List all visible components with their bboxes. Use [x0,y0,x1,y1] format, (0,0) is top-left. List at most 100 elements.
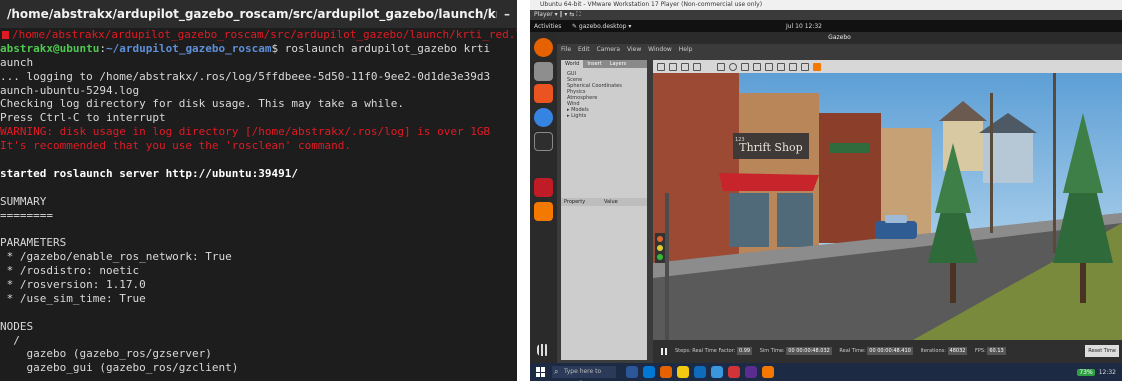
terminal-line: aunch [0,55,34,69]
terminal-titlebar[interactable]: /home/abstrakx/ardupilot_gazebo_roscam/s… [0,0,517,28]
gazebo-title: Gazebo [557,32,1122,44]
tab-world[interactable]: World [561,60,584,68]
vm-window-title: Ubuntu 64-bit - VMware Workstation 17 Pl… [530,0,1122,10]
fps-value: 60.13 [987,347,1006,355]
node-line: gazebo_gui (gazebo_ros/gzclient) [0,361,239,375]
scale-tool-icon[interactable] [693,62,701,71]
menu-edit[interactable]: Edit [578,46,590,53]
files-icon[interactable] [534,62,553,81]
windows-start-icon[interactable] [536,367,546,377]
rotate-tool-icon[interactable] [681,62,689,71]
terminal-line: aunch-ubuntu-5294.log [0,83,140,97]
vmware-taskbar-icon[interactable] [762,366,774,378]
sim-time-label: Sim Time: [759,348,785,354]
light-icon[interactable] [753,62,761,71]
menu-window[interactable]: Window [648,46,672,53]
parameters-heading: PARAMETERS [0,236,67,250]
firefox-icon[interactable] [534,38,553,57]
real-time-label: Real Time: [839,348,866,354]
terminal-line: Checking log directory for disk usage. T… [0,97,404,111]
shell-prompt-line: abstrakx@ubuntu:~/ardupilot_gazebo_rosca… [0,42,517,56]
terminal-line: Press Ctrl-C to interrupt [0,111,166,125]
warning-line: It's recommended that you use the 'roscl… [0,139,351,153]
paste-icon[interactable] [777,62,785,71]
menu-file[interactable]: File [561,46,571,53]
prompt-directory: ~/ardupilot_gazebo_roscam [105,41,272,55]
server-started-line: started roslaunch server http://ubuntu:3… [0,166,299,180]
translate-tool-icon[interactable] [669,62,677,71]
nodes-heading: NODES [0,319,34,333]
cylinder-shape-icon[interactable] [741,62,749,71]
sphere-shape-icon[interactable] [729,62,737,71]
ubuntu-top-bar: Activities ✎ gazebo.desktop ▾ Jul 10 12:… [530,20,1122,32]
parameter-line: * /use_sim_time: True [0,291,146,305]
minimize-button[interactable]: – [497,7,517,21]
prompt-command: $ roslaunch ardupilot_gazebo krti [271,41,491,55]
iterations-value: 48032 [947,347,968,355]
app-icon[interactable] [534,178,553,197]
store-icon[interactable] [694,366,706,378]
reset-time-button[interactable]: Reset Time [1085,345,1119,357]
terminal-icon[interactable] [534,132,553,151]
summary-heading: SUMMARY [0,194,47,208]
menu-camera[interactable]: Camera [597,46,621,53]
box-shape-icon[interactable] [717,62,725,71]
shop-number: 123 [735,137,745,143]
terminal-line: ... logging to /home/abstrakx/.ros/log/5… [0,69,491,83]
property-column: Property [564,199,586,205]
town-scene: Thrift Shop 123 [653,73,1122,340]
menu-help[interactable]: Help [679,46,693,53]
tray-clock[interactable]: 12:32 [1099,369,1116,376]
copy-icon[interactable] [765,62,773,71]
select-tool-icon[interactable] [657,62,665,71]
node-line: / [0,333,20,347]
task-view-icon[interactable] [626,366,638,378]
explorer-icon[interactable] [677,366,689,378]
rtf-label: Real Time Factor: [692,348,736,354]
parameter-line: * /rosversion: 1.17.0 [0,278,146,292]
app-menu[interactable]: ✎ gazebo.desktop ▾ [572,23,786,30]
gazebo-icon[interactable] [534,202,553,221]
menu-view[interactable]: View [627,46,641,53]
taskbar-search-input[interactable]: Type here to search [552,366,616,381]
taskbar-purple-icon[interactable] [745,366,757,378]
node-line: gazebo (gazebo_ros/gzserver) [0,347,212,361]
vscode-icon[interactable] [711,366,723,378]
vm-player-menu[interactable]: Player ▾ ‖ ▾ ⇆ ⛶ [530,10,1122,20]
software-icon[interactable] [534,84,553,103]
pause-icon[interactable] [661,348,667,355]
terminal-tab[interactable]: /home/abstrakx/ardupilot_gazebo_roscam/s… [0,28,517,42]
snap-icon[interactable] [801,62,809,71]
taskbar-app-icon[interactable] [660,366,672,378]
gazebo-window[interactable]: Gazebo File Edit Camera View Window Help… [557,32,1122,363]
orange-tool-icon[interactable] [813,62,821,71]
activities-button[interactable]: Activities [534,23,572,30]
gazebo-statusbar: Steps: Real Time Factor: 0.99 Sim Time: … [653,340,1122,363]
tab-insert[interactable]: Insert [583,60,605,68]
gazebo-menubar: File Edit Camera View Window Help [557,44,1122,56]
edge-icon[interactable] [643,366,655,378]
property-header: Property Value [561,198,647,206]
help-icon[interactable] [534,108,553,127]
taskbar-red-icon[interactable] [728,366,740,378]
clock[interactable]: Jul 10 12:32 [786,23,886,30]
summary-underline: ======== [0,208,53,222]
tree-item-lights[interactable]: ▸ Lights [567,113,647,119]
windows-taskbar: Type here to search 73% 12:32 [530,363,1122,381]
vmware-window[interactable]: Ubuntu 64-bit - VMware Workstation 17 Pl… [530,0,1122,381]
tab-layers[interactable]: Layers [606,60,631,68]
show-apps-icon[interactable] [537,344,549,356]
terminal-output[interactable]: /home/abstrakx/ardupilot_gazebo_roscam/s… [0,28,517,381]
rtf-value: 0.99 [736,347,753,355]
system-tray: 73% 12:32 [1077,368,1116,376]
ubuntu-dock [530,32,557,363]
terminal-tab-label: /home/abstrakx/ardupilot_gazebo_roscam/s… [12,28,517,41]
align-icon[interactable] [789,62,797,71]
world-panel: World Insert Layers GUI Scene Spherical … [561,60,647,360]
battery-indicator[interactable]: 73% [1077,368,1095,376]
gazebo-3d-viewport[interactable]: Thrift Shop 123 [653,73,1122,340]
terminal-window[interactable]: /home/abstrakx/ardupilot_gazebo_roscam/s… [0,0,517,381]
